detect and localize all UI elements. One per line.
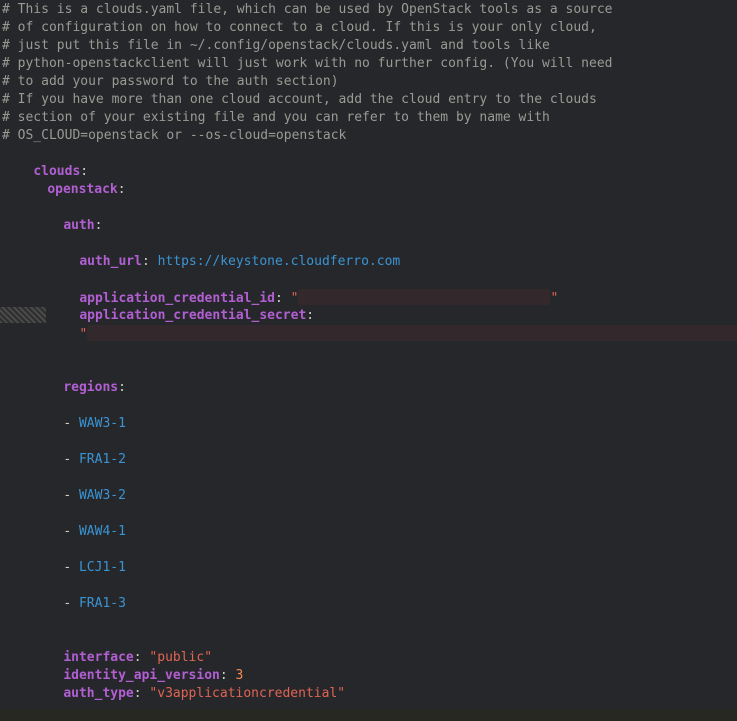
yaml-line-app-cred-secret: application_credential_secret: xyxy=(48,289,314,323)
yaml-key-auth-url: auth_url xyxy=(79,254,142,269)
region-value: FRA1-3 xyxy=(78,596,126,611)
list-dash: - xyxy=(63,560,79,575)
comment-line: # just put this file in ~/.config/openst… xyxy=(2,38,550,53)
list-dash: - xyxy=(63,524,79,539)
comment-line: # This is a clouds.yaml file, which can … xyxy=(2,2,613,17)
quote-close: " xyxy=(550,291,559,306)
comment-line: # of configuration on how to connect to … xyxy=(2,20,597,35)
comment-line: # to add your password to the auth secti… xyxy=(2,74,339,89)
yaml-line-interface: interface: "public" xyxy=(32,631,212,665)
colon-space: : xyxy=(133,686,150,701)
list-dash: - xyxy=(63,416,79,431)
yaml-line-auth-url: auth_url: https://keystone.cloudferro.co… xyxy=(48,235,400,269)
yaml-key-auth: auth xyxy=(63,218,95,233)
yaml-line-regions: regions: xyxy=(32,361,126,395)
list-item: - FRA1-2 xyxy=(32,433,126,467)
auth-url-value[interactable]: https://keystone.cloudferro.com xyxy=(158,254,401,269)
comment-line: # If you have more than one cloud accoun… xyxy=(2,92,597,107)
comment-line: # python-openstackclient will just work … xyxy=(2,56,613,71)
colon: : xyxy=(94,218,103,233)
code-editor[interactable]: # This is a clouds.yaml file, which can … xyxy=(0,0,737,709)
list-item: - LCJ1-1 xyxy=(32,541,126,575)
colon: : xyxy=(118,380,126,395)
yaml-key-openstack: openstack xyxy=(47,182,118,197)
list-dash: - xyxy=(63,452,79,467)
yaml-line-identity-api-version: identity_api_version: 3 xyxy=(32,649,243,683)
quote-open: " xyxy=(79,327,88,342)
auth-type-value: "v3applicationcredential" xyxy=(149,686,346,701)
colon: : xyxy=(117,182,126,197)
yaml-line-auth-type: auth_type: "v3applicationcredential" xyxy=(32,667,345,701)
list-item: - WAW3-1 xyxy=(32,397,126,431)
comment-line: # section of your existing file and you … xyxy=(2,110,550,125)
region-value: WAW4-1 xyxy=(78,524,126,539)
yaml-line-app-cred-secret-value: "" xyxy=(48,307,737,342)
yaml-key-auth-type: auth_type xyxy=(63,686,134,701)
list-dash: - xyxy=(63,488,79,503)
colon-space: : xyxy=(141,254,158,269)
list-item: - WAW3-2 xyxy=(32,469,126,503)
wrap-indicator xyxy=(0,307,46,323)
region-value: WAW3-1 xyxy=(78,416,126,431)
yaml-key-regions: regions xyxy=(63,380,119,395)
region-value: WAW3-2 xyxy=(78,488,126,503)
redacted-credential-secret xyxy=(87,325,737,341)
list-item: - WAW4-1 xyxy=(32,505,126,539)
list-dash: - xyxy=(63,596,79,611)
yaml-line-openstack: openstack: xyxy=(16,163,125,197)
region-value: FRA1-2 xyxy=(78,452,126,467)
comment-line: # OS_CLOUD=openstack or --os-cloud=opens… xyxy=(2,128,347,143)
region-value: LCJ1-1 xyxy=(78,560,126,575)
yaml-line-auth: auth: xyxy=(32,199,102,233)
redacted-credential-id xyxy=(298,289,551,305)
yaml-line-clouds: clouds: xyxy=(2,145,88,179)
list-item: - FRA1-3 xyxy=(32,577,126,611)
yaml-line-app-cred-id: application_credential_id: " " xyxy=(48,271,558,306)
